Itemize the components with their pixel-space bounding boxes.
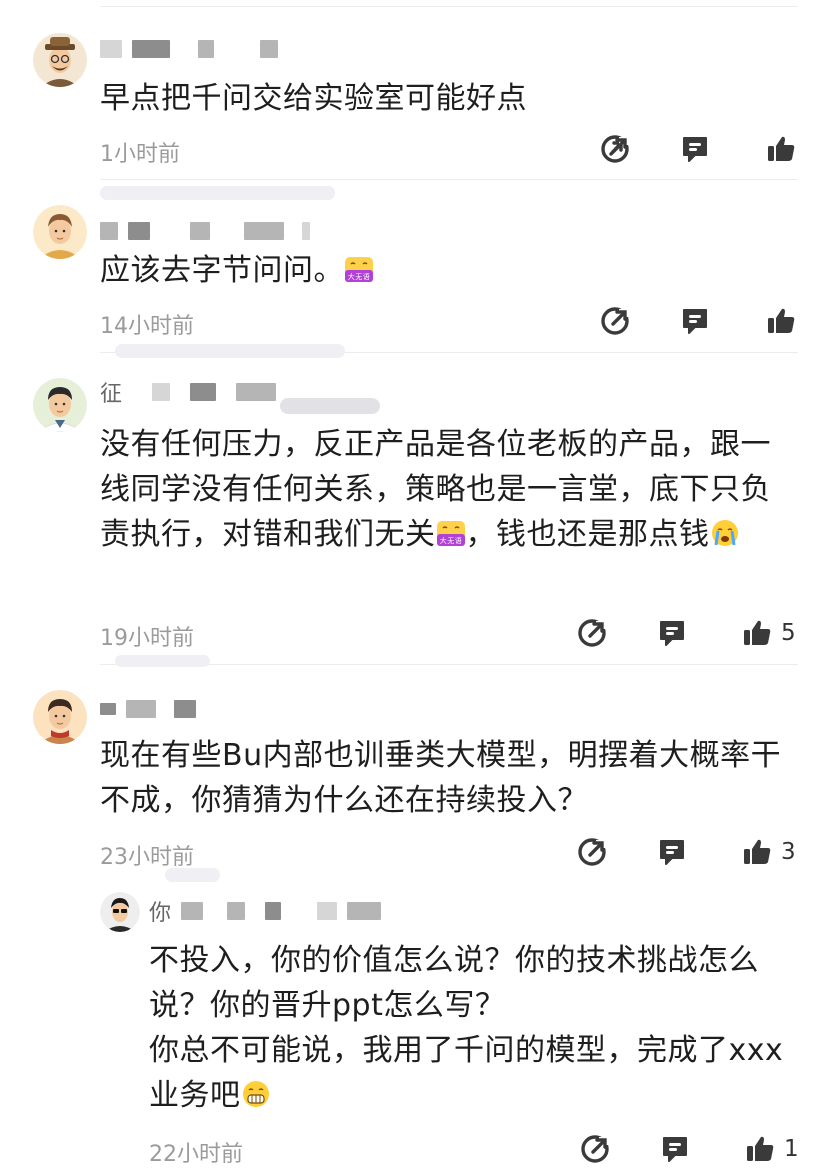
share-icon[interactable] — [577, 837, 607, 867]
crying-emoji-icon — [710, 516, 740, 546]
comment-text-tail: ，钱也还是那点钱 — [465, 517, 710, 552]
grinning-emoji-icon — [241, 1077, 271, 1107]
divider — [100, 6, 798, 7]
comment-text: 现在有些Bu内部也训垂类大模型，明摆着大概率干不成，你猜猜为什么还在持续投入？ — [100, 738, 782, 818]
comment-time: 19小时前 — [100, 626, 194, 651]
scroll-artifact — [115, 655, 210, 667]
reply-text-line: 不投入，你的价值怎么说？你的技术挑战怎么说？你的晋升ppt怎么写？ — [149, 943, 759, 1023]
reply-time: 22小时前 — [149, 1142, 243, 1167]
svg-text:大无语: 大无语 — [348, 272, 371, 281]
comment-time: 14小时前 — [100, 314, 194, 339]
reply-text: 不投入，你的价值怎么说？你的技术挑战怎么说？你的晋升ppt怎么写？ 你总不可能说… — [149, 938, 799, 1118]
comment-text-body: 应该去字节问问。 — [100, 253, 344, 288]
share-icon[interactable] — [600, 134, 630, 164]
commenter-name-blurred[interactable]: 征 — [100, 380, 277, 407]
comment-text: 早点把千问交给实验室可能好点 — [100, 81, 527, 116]
comment-text: 应该去字节问问。 大无语 — [100, 248, 800, 293]
scroll-artifact — [115, 344, 345, 358]
svg-text:大无语: 大无语 — [439, 536, 462, 545]
meme-emoji-icon: 大无语 — [344, 252, 374, 282]
thumbs-up-icon[interactable] — [766, 134, 796, 164]
avatar[interactable] — [33, 690, 87, 744]
scroll-artifact — [100, 186, 335, 200]
scroll-artifact — [280, 398, 380, 414]
thumbs-up-icon[interactable] — [742, 618, 772, 648]
comment-icon[interactable] — [680, 134, 710, 164]
avatar[interactable] — [33, 205, 87, 259]
share-icon[interactable] — [600, 306, 630, 336]
thumbs-up-icon[interactable] — [745, 1134, 775, 1164]
scroll-artifact — [165, 868, 220, 882]
comment-icon[interactable] — [680, 306, 710, 336]
comment-icon[interactable] — [660, 1134, 690, 1164]
commenter-name-visible: 征 — [100, 382, 123, 407]
comment-time: 1小时前 — [100, 142, 180, 167]
commenter-name-blurred[interactable] — [100, 697, 196, 721]
comment-icon[interactable] — [657, 618, 687, 648]
comment-text: 没有任何压力，反正产品是各位老板的产品，跟一线同学没有任何关系，策略也是一言堂，… — [100, 422, 800, 557]
commenter-name-blurred[interactable] — [100, 37, 278, 61]
share-icon[interactable] — [577, 618, 607, 648]
like-count: 5 — [781, 620, 796, 646]
meme-emoji-icon: 大无语 — [436, 516, 466, 546]
comment-time: 23小时前 — [100, 845, 194, 870]
like-count: 3 — [781, 839, 796, 865]
avatar[interactable] — [33, 33, 87, 87]
avatar[interactable] — [33, 378, 87, 432]
commenter-name-blurred[interactable]: 你 — [149, 899, 382, 926]
commenter-name-visible: 你 — [149, 901, 172, 926]
thumbs-up-icon[interactable] — [766, 306, 796, 336]
divider — [100, 179, 798, 180]
share-icon[interactable] — [580, 1134, 610, 1164]
comment-icon[interactable] — [657, 837, 687, 867]
like-count: 1 — [784, 1136, 799, 1162]
avatar[interactable] — [100, 892, 140, 932]
commenter-name-blurred[interactable] — [100, 219, 310, 243]
thumbs-up-icon[interactable] — [742, 837, 772, 867]
reply-text-line: 你总不可能说，我用了千问的模型，完成了xxx业务吧 — [149, 1028, 799, 1118]
